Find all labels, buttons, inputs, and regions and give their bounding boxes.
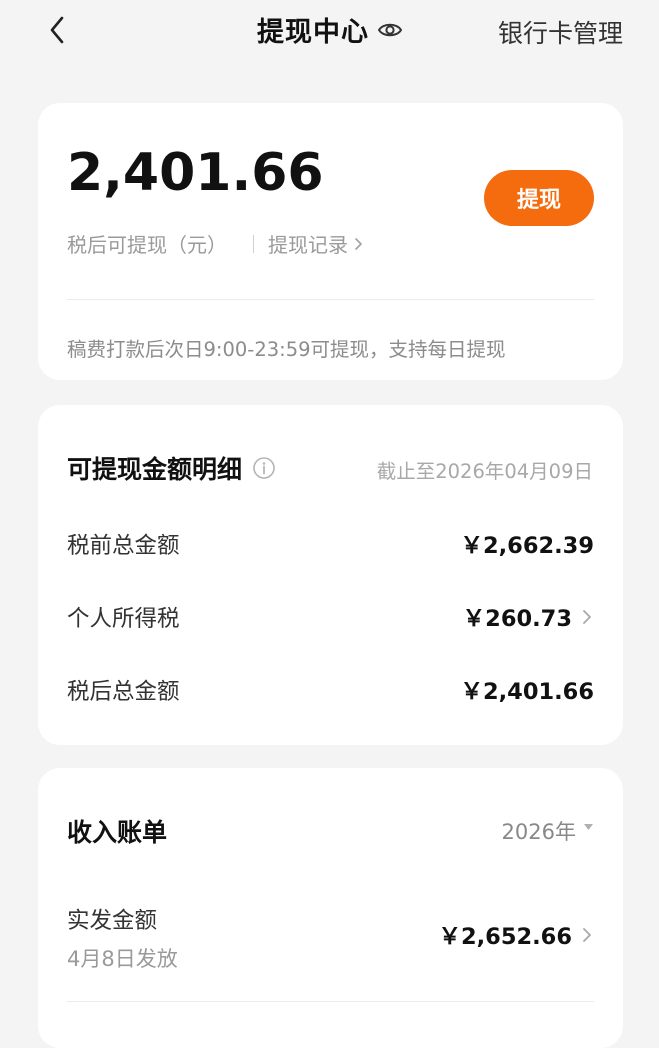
row-label: 个人所得税 [67, 606, 180, 632]
row-value: ￥2,662.39 [460, 533, 594, 559]
chevron-right-icon [355, 237, 362, 250]
divider [67, 1001, 594, 1002]
balance-sub-row: 税后可提现（元） 提现记录 [67, 229, 366, 258]
year-select[interactable]: 2026年 [502, 816, 593, 846]
income-item-value-group: ￥2,652.66 [438, 919, 594, 951]
back-button[interactable] [40, 12, 76, 48]
row-value-group: ￥260.73 [463, 601, 594, 633]
withdraw-record-label: 提现记录 [268, 233, 348, 257]
year-value: 2026年 [501, 820, 576, 844]
row-value: ￥260.73 [462, 606, 572, 632]
income-item-label: 实发金额 [67, 908, 158, 934]
page-title: 提现中心 [257, 17, 369, 48]
withdraw-record-link[interactable]: 提现记录 [268, 229, 366, 258]
bank-card-manage-link[interactable]: 银行卡管理 [498, 14, 623, 50]
amount-detail-card: 可提现金额明细 截止至2026年04月09日 税前总金额 ￥2,662.39 个… [38, 405, 623, 745]
detail-title: 可提现金额明细 [67, 455, 243, 484]
dropdown-triangle-icon [584, 823, 593, 830]
pre-tax-total-row: 税前总金额 ￥2,662.39 [67, 527, 594, 561]
eye-icon[interactable] [377, 17, 403, 43]
back-icon [50, 16, 64, 44]
detail-title-group: 可提现金额明细 [67, 450, 276, 486]
income-bill-card: 收入账单 2026年 实发金额 4月8日发放 ￥2,652.66 [38, 768, 623, 1048]
withdrawable-amount: 2,401.66 [67, 143, 324, 203]
chevron-right-icon [583, 928, 591, 942]
row-label: 税后总金额 [67, 679, 180, 705]
income-list-item[interactable]: 实发金额 4月8日发放 ￥2,652.66 [67, 903, 594, 975]
income-item-date: 4月8日发放 [67, 947, 178, 971]
withdraw-button[interactable]: 提现 [484, 170, 594, 226]
separator [253, 234, 254, 253]
row-label: 税前总金额 [67, 533, 180, 559]
divider [67, 299, 594, 300]
info-icon[interactable] [252, 456, 276, 480]
income-tax-row[interactable]: 个人所得税 ￥260.73 [67, 600, 594, 634]
title-group: 提现中心 [257, 10, 403, 49]
chevron-right-icon [583, 610, 591, 624]
balance-card: 2,401.66 税后可提现（元） 提现记录 提现 稿费打款后次日9:00-23… [38, 103, 623, 380]
top-bar: 提现中心 银行卡管理 [0, 0, 659, 64]
withdrawable-label: 税后可提现（元） [67, 233, 227, 257]
income-item-value: ￥2,652.66 [438, 924, 572, 950]
withdraw-notice: 稿费打款后次日9:00-23:59可提现，支持每日提现 [67, 338, 506, 361]
after-tax-total-row: 税后总金额 ￥2,401.66 [67, 673, 594, 707]
as-of-date: 截止至2026年04月09日 [376, 460, 593, 483]
income-title: 收入账单 [67, 818, 168, 847]
row-value: ￥2,401.66 [460, 679, 594, 705]
